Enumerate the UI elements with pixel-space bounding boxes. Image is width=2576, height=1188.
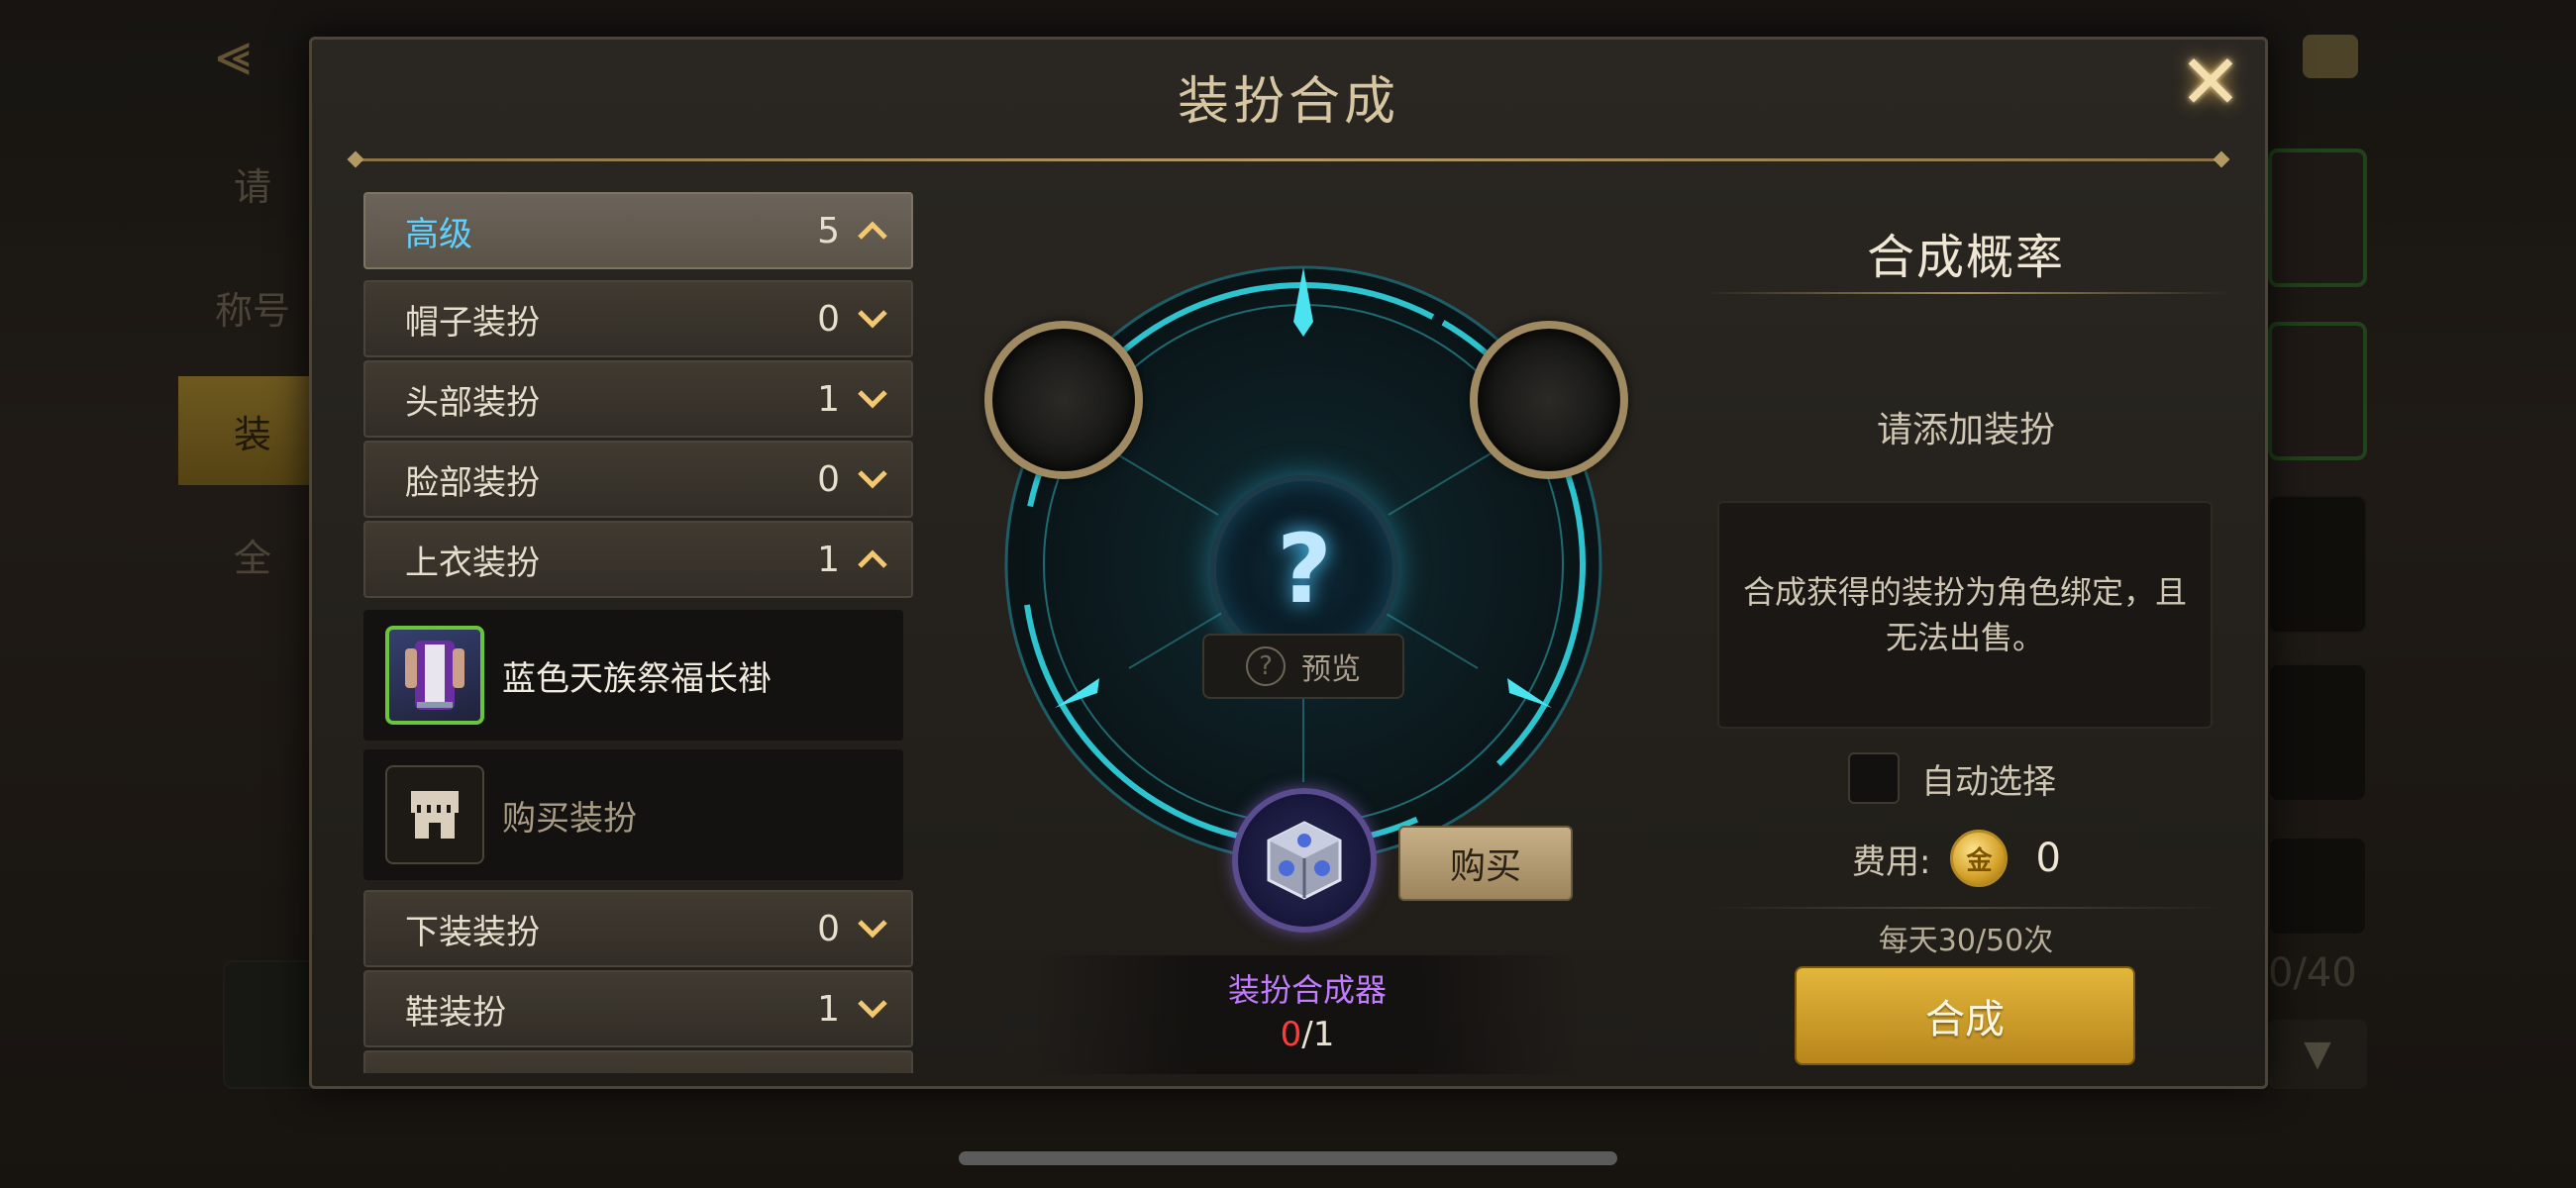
category-label: 头部装扮 bbox=[405, 382, 540, 423]
synthesizer-count: 0/1 bbox=[1030, 1015, 1585, 1054]
category-head[interactable]: 头部装扮 1 bbox=[363, 360, 913, 438]
add-outfit-hint: 请添加装扮 bbox=[1876, 410, 2055, 450]
fee-value: 0 bbox=[2035, 836, 2061, 881]
auto-select-toggle[interactable]: 自动选择 bbox=[1848, 752, 2056, 804]
daily-divider bbox=[1703, 907, 2228, 909]
category-count: 1 bbox=[817, 1069, 840, 1074]
buy-outfit-item[interactable]: 购买装扮 bbox=[363, 749, 903, 880]
category-label: 腰部装扮 bbox=[405, 1065, 817, 1074]
category-count: 0 bbox=[817, 458, 840, 500]
category-label: 高级 bbox=[405, 214, 472, 254]
chevron-down-icon bbox=[856, 462, 889, 496]
fee-row: 费用: 金 0 bbox=[1852, 830, 2061, 887]
category-list: 高级 5 帽子装扮 0 头部装扮 1 脸部装扮 0 上衣装扮 1 蓝色天族祭福长… bbox=[363, 192, 913, 1073]
material-slot-left[interactable] bbox=[984, 321, 1143, 479]
preview-button[interactable]: ? 预览 bbox=[1202, 634, 1404, 699]
category-count: 0 bbox=[817, 908, 840, 949]
category-top[interactable]: 上衣装扮 1 bbox=[363, 521, 913, 598]
category-label: 下装装扮 bbox=[405, 912, 540, 952]
category-hat[interactable]: 帽子装扮 0 bbox=[363, 280, 913, 357]
count-separator: / bbox=[1301, 1015, 1313, 1054]
close-icon[interactable]: ✕ bbox=[2171, 38, 2250, 126]
category-label: 脸部装扮 bbox=[405, 462, 540, 503]
chevron-down-icon bbox=[856, 1072, 889, 1073]
home-indicator[interactable] bbox=[959, 1151, 1617, 1165]
category-count: 1 bbox=[817, 539, 840, 580]
synthesizer-count-current: 0 bbox=[1280, 1015, 1302, 1054]
outfit-icon bbox=[385, 626, 484, 725]
buy-outfit-label: 购买装扮 bbox=[502, 798, 637, 839]
daily-limit: 每天30/50次 bbox=[1878, 924, 2054, 958]
category-label: 上衣装扮 bbox=[405, 543, 540, 583]
shop-icon bbox=[385, 765, 484, 864]
category-count: 1 bbox=[817, 378, 840, 420]
notice-text: 合成获得的装扮为角色绑定，且无法出售。 bbox=[1743, 573, 2188, 656]
chevron-up-icon bbox=[856, 214, 889, 248]
synthesizer-label: 装扮合成器 bbox=[1227, 971, 1387, 1009]
category-label: 鞋装扮 bbox=[405, 992, 506, 1033]
chevron-up-icon bbox=[856, 543, 889, 576]
magnifier-question-icon: ? bbox=[1246, 646, 1286, 686]
question-mark-icon: ? bbox=[1277, 514, 1332, 625]
rate-title: 合成概率 bbox=[1866, 230, 2065, 285]
synthesize-button[interactable]: 合成 bbox=[1795, 966, 2135, 1065]
buy-synthesizer-button[interactable]: 购买 bbox=[1398, 826, 1573, 901]
chevron-down-icon bbox=[856, 302, 889, 336]
modal-title: 装扮合成 bbox=[1177, 72, 1399, 132]
notice-box: 合成获得的装扮为角色绑定，且无法出售。 bbox=[1717, 501, 2213, 729]
category-count: 5 bbox=[817, 210, 840, 251]
auto-select-checkbox[interactable] bbox=[1848, 752, 1900, 804]
chevron-down-icon bbox=[856, 382, 889, 416]
auto-select-label: 自动选择 bbox=[1921, 761, 2056, 802]
chevron-down-icon bbox=[856, 992, 889, 1026]
category-face[interactable]: 脸部装扮 0 bbox=[363, 441, 913, 518]
chevron-down-icon bbox=[856, 912, 889, 945]
category-count: 0 bbox=[817, 298, 840, 340]
category-bottom[interactable]: 下装装扮 0 bbox=[363, 890, 913, 967]
synthesizer-cube-icon[interactable] bbox=[1232, 788, 1377, 933]
title-divider bbox=[354, 158, 2223, 161]
category-label: 帽子装扮 bbox=[405, 302, 540, 343]
material-slot-right[interactable] bbox=[1470, 321, 1628, 479]
rate-divider bbox=[1703, 292, 2228, 294]
fee-label: 费用: bbox=[1852, 842, 1931, 882]
gold-coin-icon: 金 bbox=[1950, 830, 2009, 887]
category-waist[interactable]: 腰部装扮 1 bbox=[363, 1050, 913, 1073]
outfit-list-item[interactable]: 蓝色天族祭福长褂 bbox=[363, 610, 903, 741]
category-count: 1 bbox=[817, 988, 840, 1030]
outfit-name: 蓝色天族祭福长褂 bbox=[502, 658, 772, 699]
category-shoes[interactable]: 鞋装扮 1 bbox=[363, 970, 913, 1047]
category-advanced[interactable]: 高级 5 bbox=[363, 192, 913, 269]
preview-label: 预览 bbox=[1301, 652, 1361, 687]
synthesizer-count-required: 1 bbox=[1312, 1015, 1335, 1054]
